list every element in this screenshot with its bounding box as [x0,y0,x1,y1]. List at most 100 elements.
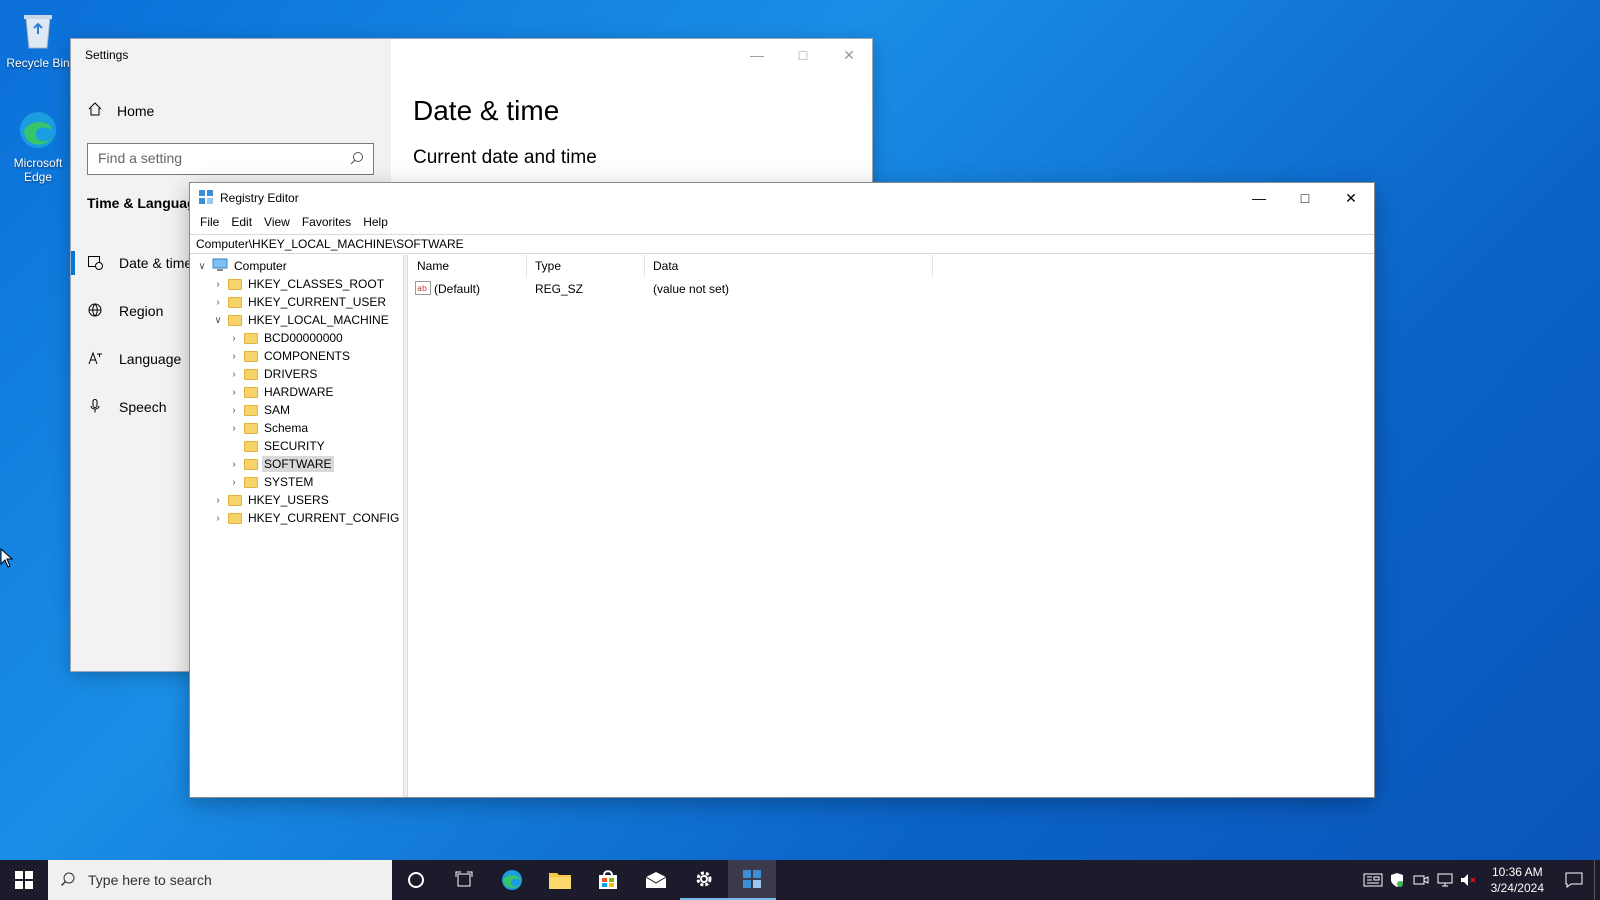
desktop-icon-recycle-bin[interactable]: Recycle Bin [0,8,76,70]
tree-node-bcd[interactable]: › BCD00000000 [226,329,345,347]
folder-icon [244,368,258,380]
menu-view[interactable]: View [258,213,296,233]
home-icon [87,101,103,120]
tree-label: DRIVERS [264,367,318,381]
mail-icon [645,872,667,888]
tree-label: COMPONENTS [264,349,351,363]
values-list[interactable]: Name Type Data ab (Default) REG_SZ (valu… [409,255,1374,797]
tree-node-security[interactable]: SECURITY [226,437,327,455]
regedit-icon [743,870,761,888]
tree-node-drivers[interactable]: › DRIVERS [226,365,319,383]
section-subtitle: Current date and time [413,147,597,168]
meet-camera-icon[interactable] [1409,873,1433,887]
close-button[interactable]: ✕ [826,39,872,71]
maximize-button[interactable]: □ [780,39,826,71]
tree-label: SAM [264,403,291,417]
menu-file[interactable]: File [194,213,225,233]
task-view-button[interactable] [440,860,488,900]
taskbar-clock[interactable]: 10:36 AM 3/24/2024 [1481,864,1554,896]
chevron-right-icon[interactable]: › [226,477,242,488]
chevron-down-icon[interactable]: ∨ [194,261,210,272]
search-icon [349,150,365,169]
taskbar-regedit[interactable] [728,860,776,900]
minimize-button[interactable]: — [734,39,780,71]
chevron-right-icon[interactable]: › [210,279,226,290]
chevron-right-icon[interactable]: › [210,513,226,524]
tree-label: SOFTWARE [262,456,334,472]
tree-node-hku[interactable]: › HKEY_USERS [210,491,331,509]
volume-muted-icon[interactable] [1457,873,1481,887]
chevron-right-icon[interactable]: › [226,423,242,434]
settings-home[interactable]: Home [87,101,154,120]
tree-node-schema[interactable]: › Schema [226,419,310,437]
task-view-icon [455,871,473,887]
security-shield-icon[interactable] [1385,872,1409,888]
tree-node-hkcu[interactable]: › HKEY_CURRENT_USER [210,293,388,311]
language-icon [87,350,103,369]
menu-edit[interactable]: Edit [225,213,258,233]
tree-label: SECURITY [264,439,325,453]
settings-window-controls: — □ ✕ [734,39,872,71]
show-desktop-button[interactable] [1594,860,1600,900]
tree-label: BCD00000000 [264,331,343,345]
taskbar-edge[interactable] [488,860,536,900]
tree-node-hardware[interactable]: › HARDWARE [226,383,336,401]
chevron-right-icon[interactable]: › [226,387,242,398]
address-bar[interactable]: Computer\HKEY_LOCAL_MACHINE\SOFTWARE [190,234,1374,254]
microphone-icon [87,398,103,417]
folder-icon [244,440,258,452]
menu-favorites[interactable]: Favorites [296,213,357,233]
start-button[interactable] [0,860,48,900]
tree-node-components[interactable]: › COMPONENTS [226,347,352,365]
tree-node-hklm[interactable]: ∨ HKEY_LOCAL_MACHINE [210,311,391,329]
maximize-button[interactable]: □ [1282,183,1328,213]
news-icon[interactable] [1361,872,1385,888]
chevron-right-icon[interactable]: › [226,333,242,344]
cortana-button[interactable] [392,860,440,900]
network-icon[interactable] [1433,873,1457,887]
settings-title: Settings [85,48,129,62]
value-data: (value not set) [653,282,730,296]
regedit-titlebar[interactable]: Registry Editor — □ ✕ [190,183,1374,213]
tree-label: HKEY_CLASSES_ROOT [248,277,385,291]
tree-node-hkcc[interactable]: › HKEY_CURRENT_CONFIG [210,509,401,527]
nav-label: Date & time [119,255,193,271]
chevron-right-icon[interactable]: › [210,297,226,308]
taskbar-mail[interactable] [632,860,680,900]
tree-node-system[interactable]: › SYSTEM [226,473,315,491]
minimize-button[interactable]: — [1236,183,1282,213]
settings-section-title: Time & Language [87,195,204,211]
folder-icon [228,314,242,326]
taskbar-file-explorer[interactable] [536,860,584,900]
tree-node-sam[interactable]: › SAM [226,401,292,419]
desktop-icon-edge[interactable]: Microsoft Edge [0,108,76,184]
tree-label: HKEY_CURRENT_USER [248,295,387,309]
svg-text:ab: ab [417,284,427,293]
chevron-right-icon[interactable]: › [226,405,242,416]
chevron-right-icon[interactable]: › [226,351,242,362]
tree-node-computer[interactable]: ∨ Computer [194,257,289,275]
registry-editor-window[interactable]: Registry Editor — □ ✕ File Edit View Fav… [190,183,1374,797]
taskbar-settings[interactable] [680,860,728,900]
chevron-right-icon[interactable]: › [210,495,226,506]
close-button[interactable]: ✕ [1328,183,1374,213]
chevron-right-icon[interactable]: › [226,459,242,470]
nav-label: Region [119,303,164,319]
column-header-name[interactable]: Name [409,255,527,277]
notification-center-button[interactable] [1554,860,1594,900]
column-header-data[interactable]: Data [645,255,933,277]
tree-node-hkcr[interactable]: › HKEY_CLASSES_ROOT [210,275,386,293]
settings-search-input[interactable]: Find a setting [87,143,374,175]
registry-tree[interactable]: ∨ Computer › HKEY_CLASSES_ROOT › HKEY_CU… [190,255,404,797]
pane-splitter[interactable] [404,255,408,797]
tree-node-software[interactable]: › SOFTWARE [226,455,334,473]
recycle-bin-icon [16,8,60,52]
column-header-type[interactable]: Type [527,255,645,277]
list-item[interactable]: ab (Default) [415,279,480,299]
taskbar-search-input[interactable]: Type here to search [48,860,392,900]
menu-help[interactable]: Help [357,213,394,233]
taskbar-store[interactable] [584,860,632,900]
chevron-right-icon[interactable]: › [226,369,242,380]
chevron-down-icon[interactable]: ∨ [210,315,226,326]
regedit-menubar: File Edit View Favorites Help [190,213,394,233]
